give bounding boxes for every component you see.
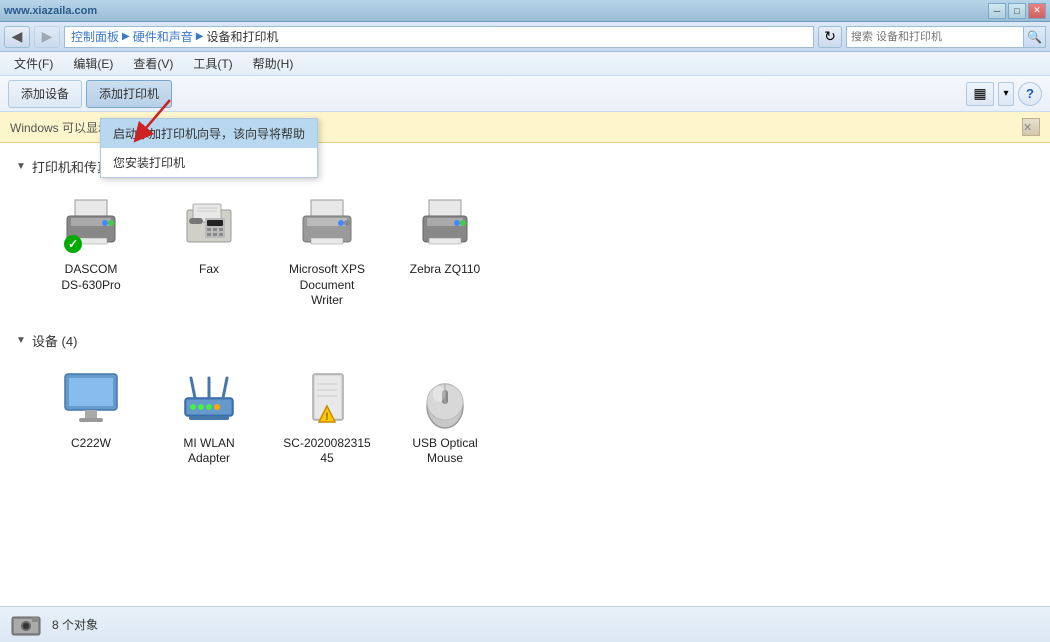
mouse-svg <box>413 370 477 430</box>
refresh-icon: ↻ <box>824 28 836 45</box>
devices-grid: C222W <box>36 362 1034 473</box>
breadcrumb-item-3[interactable]: 设备和打印机 <box>206 28 278 45</box>
xps-svg <box>295 198 359 254</box>
refresh-button[interactable]: ↻ <box>818 26 842 48</box>
device-router-label: MI WLANAdapter <box>183 436 234 467</box>
view-dropdown-button[interactable]: ▾ <box>998 82 1014 106</box>
devices-section-header: ▼ 设备 (4) <box>16 331 1034 350</box>
printer-fax-label: Fax <box>199 262 219 278</box>
printers-collapse-button[interactable]: ▼ <box>16 161 26 172</box>
menu-edit[interactable]: 编辑(E) <box>67 53 119 74</box>
close-icon: ✕ <box>1023 121 1039 134</box>
title-bar: www.xiazaila.com ─ □ ✕ <box>0 0 1050 22</box>
router-svg <box>177 370 241 430</box>
devices-section-title: 设备 (4) <box>32 331 78 350</box>
status-bar: 8 个对象 <box>0 606 1050 642</box>
breadcrumb-path[interactable]: 控制面板 ▶ 硬件和声音 ▶ 设备和打印机 <box>64 26 814 48</box>
menu-tools[interactable]: 工具(T) <box>187 53 238 74</box>
device-monitor-label: C222W <box>71 436 111 452</box>
monitor-svg <box>59 370 123 430</box>
dropdown-tooltip[interactable]: 启动添加打印机向导，该向导将帮助 您安装打印机 <box>100 118 318 178</box>
breadcrumb-arrow-1: ▶ <box>122 31 130 42</box>
svg-text:✓: ✓ <box>68 237 78 251</box>
printer-xps[interactable]: Microsoft XPSDocumentWriter <box>272 188 382 315</box>
device-monitor[interactable]: C222W <box>36 362 146 473</box>
camera-svg <box>10 611 42 639</box>
breadcrumb-item-1[interactable]: 控制面板 <box>71 28 119 45</box>
device-monitor-icon <box>59 368 123 432</box>
menu-help[interactable]: 帮助(H) <box>247 53 300 74</box>
printer-dascom-label: DASCOMDS-630Pro <box>61 262 120 293</box>
back-button[interactable]: ◀ <box>4 26 30 48</box>
printer-dascom-icon: ✓ <box>59 194 123 258</box>
status-camera-icon <box>10 611 42 639</box>
add-device-button[interactable]: 添加设备 <box>8 80 82 108</box>
help-button[interactable]: ? <box>1018 82 1042 106</box>
device-storage[interactable]: ! SC-202008231545 <box>272 362 382 473</box>
device-router-icon <box>177 368 241 432</box>
notification-close-button[interactable]: ✕ <box>1022 118 1040 136</box>
svg-text:!: ! <box>325 411 329 423</box>
search-box[interactable]: 🔍 <box>846 26 1046 48</box>
printers-grid: ✓ DASCOMDS-630Pro <box>36 188 1034 315</box>
device-mouse-label: USB OpticalMouse <box>412 436 477 467</box>
printer-fax[interactable]: Fax <box>154 188 264 315</box>
minimize-button[interactable]: ─ <box>988 3 1006 19</box>
device-mouse-icon <box>413 368 477 432</box>
printer-zebra[interactable]: Zebra ZQ110 <box>390 188 500 315</box>
status-count: 8 个对象 <box>52 616 98 633</box>
menu-view[interactable]: 查看(V) <box>127 53 179 74</box>
menu-bar: 文件(F) 编辑(E) 查看(V) 工具(T) 帮助(H) <box>0 52 1050 76</box>
window-controls: ─ □ ✕ <box>988 3 1046 19</box>
printer-xps-icon <box>295 194 359 258</box>
fax-svg <box>177 198 241 254</box>
add-printer-button[interactable]: 添加打印机 <box>86 80 172 108</box>
printer-zebra-label: Zebra ZQ110 <box>410 262 480 278</box>
tooltip-item-2[interactable]: 您安装打印机 <box>101 148 317 177</box>
devices-collapse-button[interactable]: ▼ <box>16 335 26 346</box>
printer-xps-label: Microsoft XPSDocumentWriter <box>289 262 365 309</box>
address-bar: ◀ ▶ 控制面板 ▶ 硬件和声音 ▶ 设备和打印机 ↻ 🔍 <box>0 22 1050 52</box>
view-toggle-button[interactable]: ▦ <box>966 82 994 106</box>
window-title: www.xiazaila.com <box>4 5 988 17</box>
breadcrumb-arrow-2: ▶ <box>196 31 204 42</box>
close-button[interactable]: ✕ <box>1028 3 1046 19</box>
menu-file[interactable]: 文件(F) <box>8 53 59 74</box>
device-router[interactable]: MI WLANAdapter <box>154 362 264 473</box>
toolbar-right: ▦ ▾ ? <box>966 82 1042 106</box>
tooltip-item-1[interactable]: 启动添加打印机向导，该向导将帮助 <box>101 119 317 148</box>
device-mouse[interactable]: USB OpticalMouse <box>390 362 500 473</box>
search-icon-wrap[interactable]: 🔍 <box>1023 27 1045 47</box>
printer-svg: ✓ <box>59 198 123 254</box>
forward-button[interactable]: ▶ <box>34 26 60 48</box>
zebra-svg <box>413 198 477 254</box>
printer-zebra-icon <box>413 194 477 258</box>
device-storage-icon: ! <box>295 368 359 432</box>
storage-svg: ! <box>295 370 359 430</box>
maximize-button[interactable]: □ <box>1008 3 1026 19</box>
search-input[interactable] <box>847 31 1023 43</box>
device-storage-label: SC-202008231545 <box>283 436 370 467</box>
printer-fax-icon <box>177 194 241 258</box>
toolbar: 添加设备 添加打印机 ▦ ▾ ? <box>0 76 1050 112</box>
main-content: ▼ 打印机和传真 (4) ✓ <box>0 143 1050 543</box>
search-icon: 🔍 <box>1027 30 1042 44</box>
printer-dascom[interactable]: ✓ DASCOMDS-630Pro <box>36 188 146 315</box>
breadcrumb-item-2[interactable]: 硬件和声音 <box>133 28 193 45</box>
